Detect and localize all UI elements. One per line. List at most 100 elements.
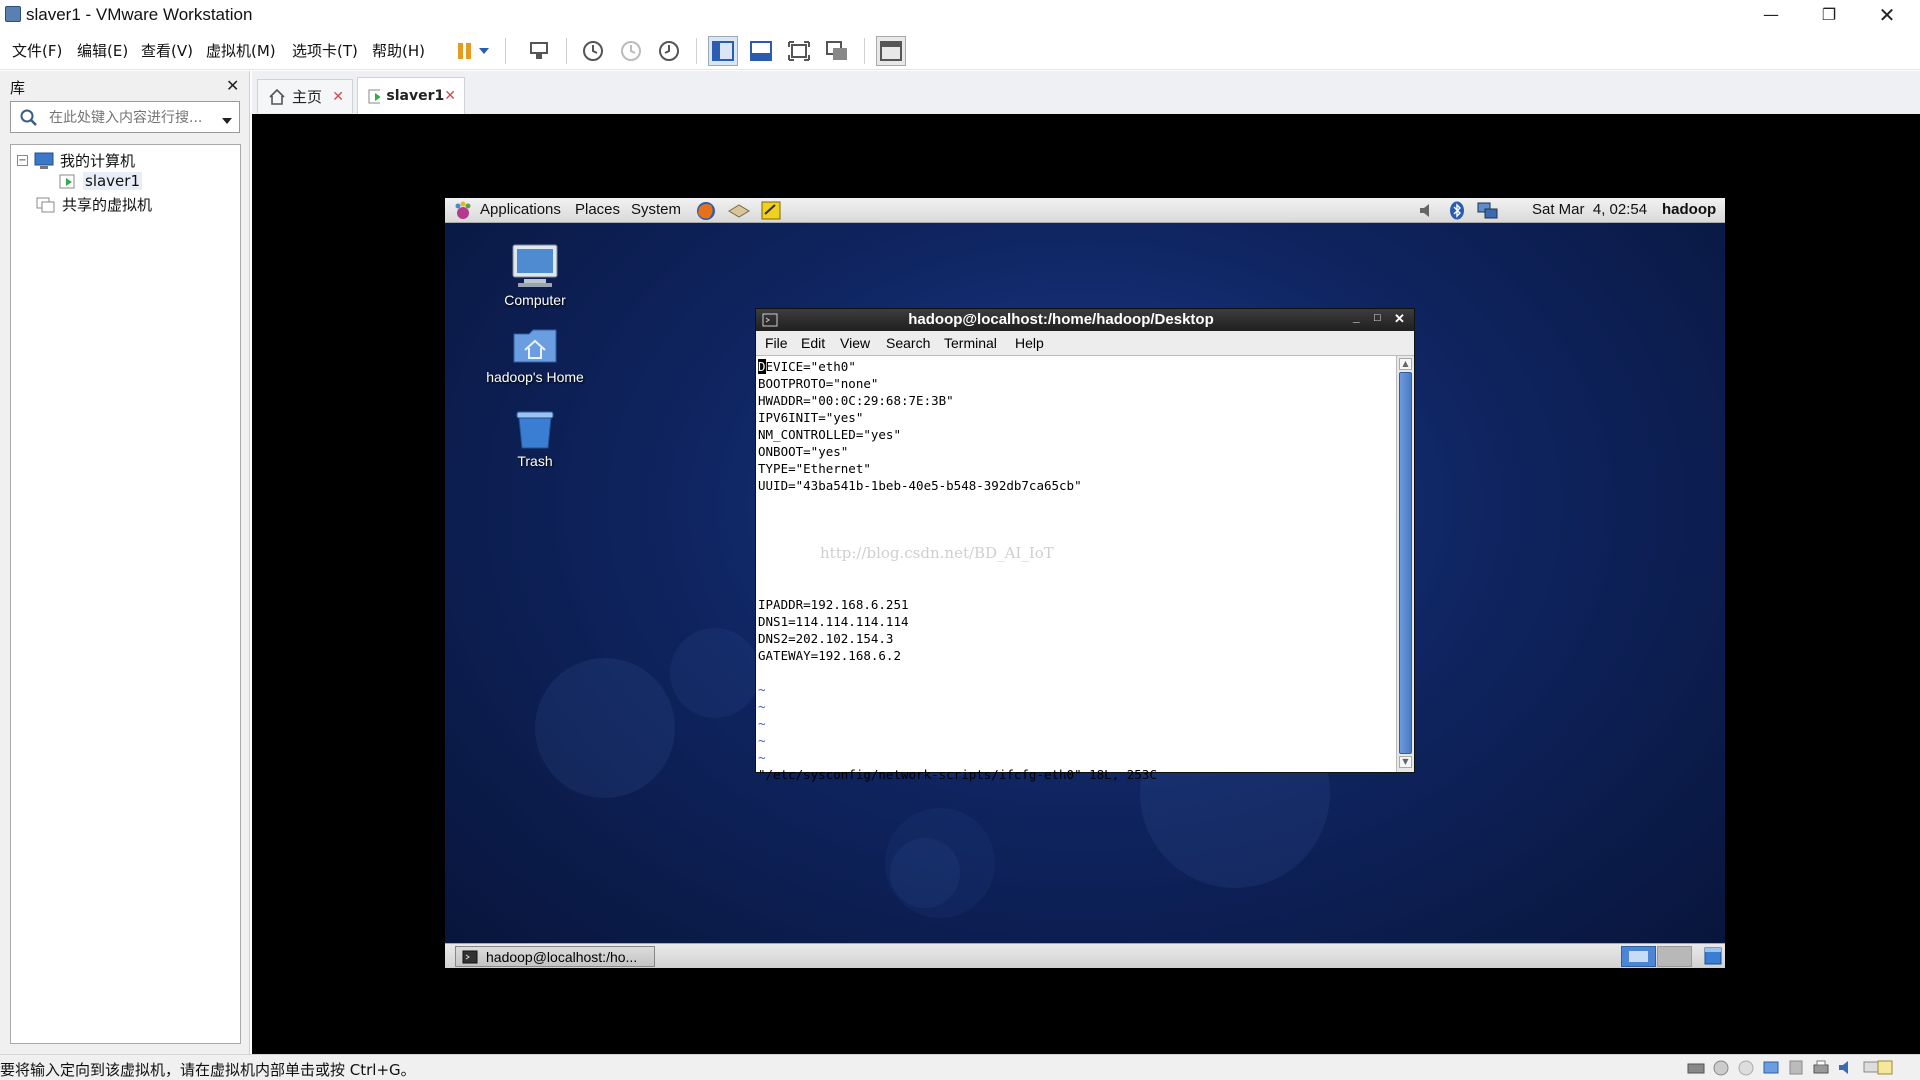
printer-icon[interactable] (1812, 1059, 1830, 1076)
desktop-icon-home[interactable]: hadoop's Home (475, 326, 595, 385)
terminal-scrollbar[interactable]: ▲ ▼ (1396, 356, 1414, 772)
search-input[interactable] (49, 107, 215, 129)
terminal-menu-terminal[interactable]: Terminal (944, 335, 997, 351)
terminal-titlebar[interactable]: hadoop@localhost:/home/hadoop/Desktop _ … (756, 309, 1414, 331)
status-bar: 要将输入定向到该虚拟机，请在虚拟机内部单击或按 Ctrl+G。 (0, 1054, 1920, 1080)
scroll-down-icon[interactable]: ▼ (1399, 756, 1412, 768)
search-icon (20, 109, 37, 126)
menu-view[interactable]: 查看(V) (141, 40, 193, 61)
menu-vm[interactable]: 虚拟机(M) (206, 40, 276, 61)
terminal-menu-help[interactable]: Help (1015, 335, 1044, 351)
network-icon[interactable] (1477, 201, 1499, 220)
volume-icon[interactable] (1418, 202, 1436, 219)
scroll-up-icon[interactable]: ▲ (1399, 358, 1412, 370)
fullscreen-icon[interactable] (784, 36, 814, 66)
notes-icon[interactable] (1876, 1059, 1894, 1076)
usb-icon[interactable] (1787, 1059, 1805, 1076)
trash-applet-icon[interactable] (1703, 946, 1723, 966)
wallpaper-bokeh (670, 628, 760, 718)
terminal-icon (462, 950, 478, 963)
terminal-tilde: ~ (758, 750, 766, 765)
icon-label: hadoop's Home (486, 369, 584, 385)
workspace-1[interactable] (1621, 946, 1656, 967)
terminal-menu-edit[interactable]: Edit (801, 335, 825, 351)
restore-button[interactable]: ❐ (1800, 0, 1858, 29)
tab-strip: 主页 ✕ slaver1 ✕ (252, 71, 1920, 114)
send-ctrl-alt-del-icon[interactable] (524, 36, 554, 66)
menu-tabs[interactable]: 选项卡(T) (292, 40, 358, 61)
terminal-menubar: File Edit View Search Terminal Help (756, 331, 1414, 356)
close-window-button[interactable]: ✕ (1858, 0, 1916, 29)
hard-disk-icon[interactable] (1687, 1059, 1705, 1076)
icon-label: Computer (504, 292, 566, 308)
close-library-icon[interactable]: ✕ (226, 76, 239, 95)
applications-menu[interactable]: Applications (480, 201, 561, 218)
terminal-maximize-icon[interactable]: □ (1374, 312, 1381, 324)
notes-icon[interactable] (760, 200, 782, 221)
places-menu[interactable]: Places (575, 201, 620, 218)
terminal-menu-search[interactable]: Search (886, 335, 930, 351)
menu-file[interactable]: 文件(F) (12, 40, 62, 61)
system-menu[interactable]: System (631, 201, 681, 218)
shared-vm-icon (36, 197, 55, 212)
search-dropdown-icon[interactable] (221, 111, 233, 130)
tree-item-slaver1[interactable]: slaver1 (59, 172, 142, 190)
terminal-line: IPV6INIT="yes" (758, 410, 864, 425)
computer-icon (34, 152, 54, 169)
cd-drive-icon[interactable] (1712, 1059, 1730, 1076)
scroll-thumb[interactable] (1399, 372, 1412, 754)
workspace-2[interactable] (1657, 946, 1692, 967)
terminal-line: DNS1=114.114.114.114 (758, 614, 909, 629)
icon-label: Trash (517, 453, 553, 469)
vm-running-icon (59, 174, 75, 189)
clock[interactable]: Sat Mar 4, 02:54 (1532, 201, 1647, 218)
terminal-line: DEVICE="eth0" (758, 359, 856, 374)
floppy-icon[interactable] (1737, 1059, 1755, 1076)
terminal-menu-view[interactable]: View (840, 335, 870, 351)
revert-snapshot-icon[interactable] (616, 36, 646, 66)
trash-icon (516, 411, 554, 449)
mail-icon[interactable] (727, 201, 751, 221)
tab-home[interactable]: 主页 ✕ (257, 79, 353, 113)
terminal-close-icon[interactable]: ✕ (1394, 311, 1405, 327)
desktop-icon-trash[interactable]: Trash (475, 408, 595, 469)
terminal-minimize-icon[interactable]: _ (1353, 310, 1360, 324)
user-menu[interactable]: hadoop (1662, 201, 1716, 218)
menu-help[interactable]: 帮助(H) (372, 40, 425, 61)
tree-label: slaver1 (83, 172, 142, 190)
guest-desktop[interactable]: Applications Places System Sat Mar 4, 02… (445, 198, 1725, 968)
tab-close-icon[interactable]: ✕ (444, 88, 456, 104)
terminal-line: GATEWAY=192.168.6.2 (758, 648, 901, 663)
menu-edit[interactable]: 编辑(E) (77, 40, 128, 61)
home-folder-icon (513, 329, 557, 363)
tab-slaver1[interactable]: slaver1 ✕ (357, 77, 465, 114)
show-library-icon[interactable] (708, 36, 738, 66)
minimize-button[interactable]: — (1742, 0, 1800, 29)
tree-item-my-computer[interactable]: − 我的计算机 (17, 150, 135, 171)
pause-dropdown-icon[interactable] (476, 36, 492, 66)
snapshot-icon[interactable] (578, 36, 608, 66)
bluetooth-icon[interactable] (1449, 201, 1465, 220)
terminal-title: hadoop@localhost:/home/hadoop/Desktop (908, 311, 1214, 328)
firefox-icon[interactable] (695, 200, 717, 222)
terminal-line: TYPE="Ethernet" (758, 461, 871, 476)
thumbnail-bar-icon[interactable] (746, 36, 776, 66)
unity-icon[interactable] (822, 36, 852, 66)
snapshot-manager-icon[interactable] (654, 36, 684, 66)
library-search[interactable] (10, 101, 240, 133)
network-adapter-icon[interactable] (1762, 1059, 1780, 1076)
toolbar-separator (505, 38, 506, 64)
console-view-icon[interactable] (876, 36, 906, 66)
vm-running-icon (368, 89, 381, 104)
collapse-icon[interactable]: − (17, 155, 28, 166)
tab-close-icon[interactable]: ✕ (332, 89, 344, 105)
terminal-content[interactable]: DEVICE="eth0" BOOTPROTO="none" HWADDR="0… (756, 356, 1396, 782)
taskbar-item-terminal[interactable]: hadoop@localhost:/ho... (455, 946, 655, 967)
terminal-window[interactable]: hadoop@localhost:/home/hadoop/Desktop _ … (755, 308, 1415, 782)
desktop-icon-computer[interactable]: Computer (475, 243, 595, 308)
sound-card-icon[interactable] (1837, 1059, 1855, 1076)
tree-item-shared-vms[interactable]: 共享的虚拟机 (36, 194, 152, 215)
terminal-menu-file[interactable]: File (765, 335, 788, 351)
terminal-tilde: ~ (758, 699, 766, 714)
toolbar-separator (864, 38, 865, 64)
